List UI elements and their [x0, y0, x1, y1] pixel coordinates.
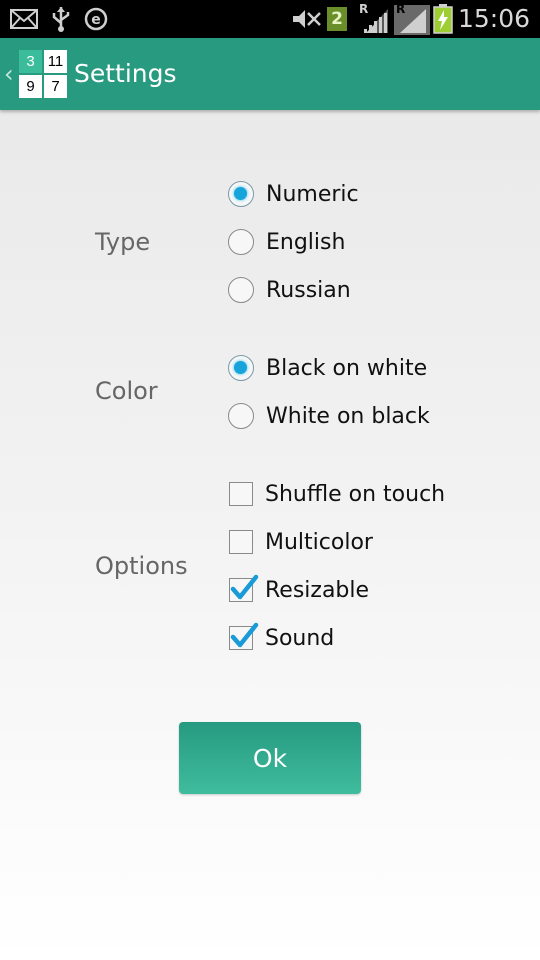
svg-text:e: e: [91, 12, 101, 28]
checkbox[interactable]: [229, 622, 259, 650]
radio-label: Numeric: [266, 181, 359, 207]
radio-label: Black on white: [266, 355, 428, 381]
checkbox-label: Resizable: [265, 577, 370, 603]
radio-button[interactable]: [228, 403, 254, 429]
radio-label: English: [266, 229, 346, 255]
logo-cell: 7: [44, 75, 67, 98]
radio-color-black-on-white[interactable]: Black on white: [228, 351, 427, 385]
checkbox[interactable]: [229, 574, 259, 602]
checkbox-shuffle-on-touch[interactable]: Shuffle on touch: [228, 477, 445, 511]
radio-label: White on black: [266, 403, 430, 429]
radio-button[interactable]: [228, 355, 254, 381]
ok-button[interactable]: Ok: [179, 722, 361, 794]
radio-color-white-on-black[interactable]: White on black: [228, 399, 430, 433]
logo-cell: 9: [19, 75, 42, 98]
checkbox-sound[interactable]: Sound: [228, 621, 334, 655]
type-group-label: Type: [95, 228, 151, 256]
roaming-indicator: R: [359, 2, 369, 16]
logo-cell: 3: [19, 50, 42, 73]
radio-button[interactable]: [228, 229, 254, 255]
radio-type-english[interactable]: English: [228, 225, 345, 259]
color-group-label: Color: [95, 377, 158, 405]
check-mark-icon: [230, 622, 259, 648]
logo-cell: 11: [44, 50, 67, 73]
checkbox[interactable]: [229, 482, 253, 506]
mail-icon: [10, 0, 38, 38]
checkbox-multicolor[interactable]: Multicolor: [228, 525, 373, 559]
status-time: 15:06: [457, 4, 530, 33]
check-mark-icon: [230, 574, 259, 600]
checkbox-resizable[interactable]: Resizable: [228, 573, 369, 607]
roaming-indicator: R: [396, 2, 406, 16]
radio-label: Russian: [266, 277, 351, 303]
radio-button[interactable]: [228, 181, 254, 207]
checkbox-label: Shuffle on touch: [265, 481, 446, 507]
checkbox-label: Multicolor: [265, 529, 373, 555]
sim-badge: 2: [327, 7, 347, 31]
usb-icon: [50, 0, 72, 38]
radio-type-numeric[interactable]: Numeric: [228, 177, 359, 211]
status-bar: e 2 R R 15:06: [0, 0, 540, 38]
battery-icon: [433, 0, 453, 38]
e-icon: e: [84, 0, 108, 38]
options-group-label: Options: [95, 552, 188, 580]
checkbox[interactable]: [229, 530, 253, 554]
app-logo[interactable]: 3 11 9 7: [19, 50, 67, 98]
sim2-icon: 2: [327, 0, 347, 38]
page-title: Settings: [74, 59, 177, 88]
checkbox-label: Sound: [265, 625, 335, 651]
radio-button[interactable]: [228, 277, 254, 303]
back-chevron-icon[interactable]: ‹: [4, 60, 14, 88]
mute-icon: [290, 0, 322, 38]
radio-type-russian[interactable]: Russian: [228, 273, 351, 307]
action-bar: ‹ 3 11 9 7 Settings: [0, 38, 540, 110]
